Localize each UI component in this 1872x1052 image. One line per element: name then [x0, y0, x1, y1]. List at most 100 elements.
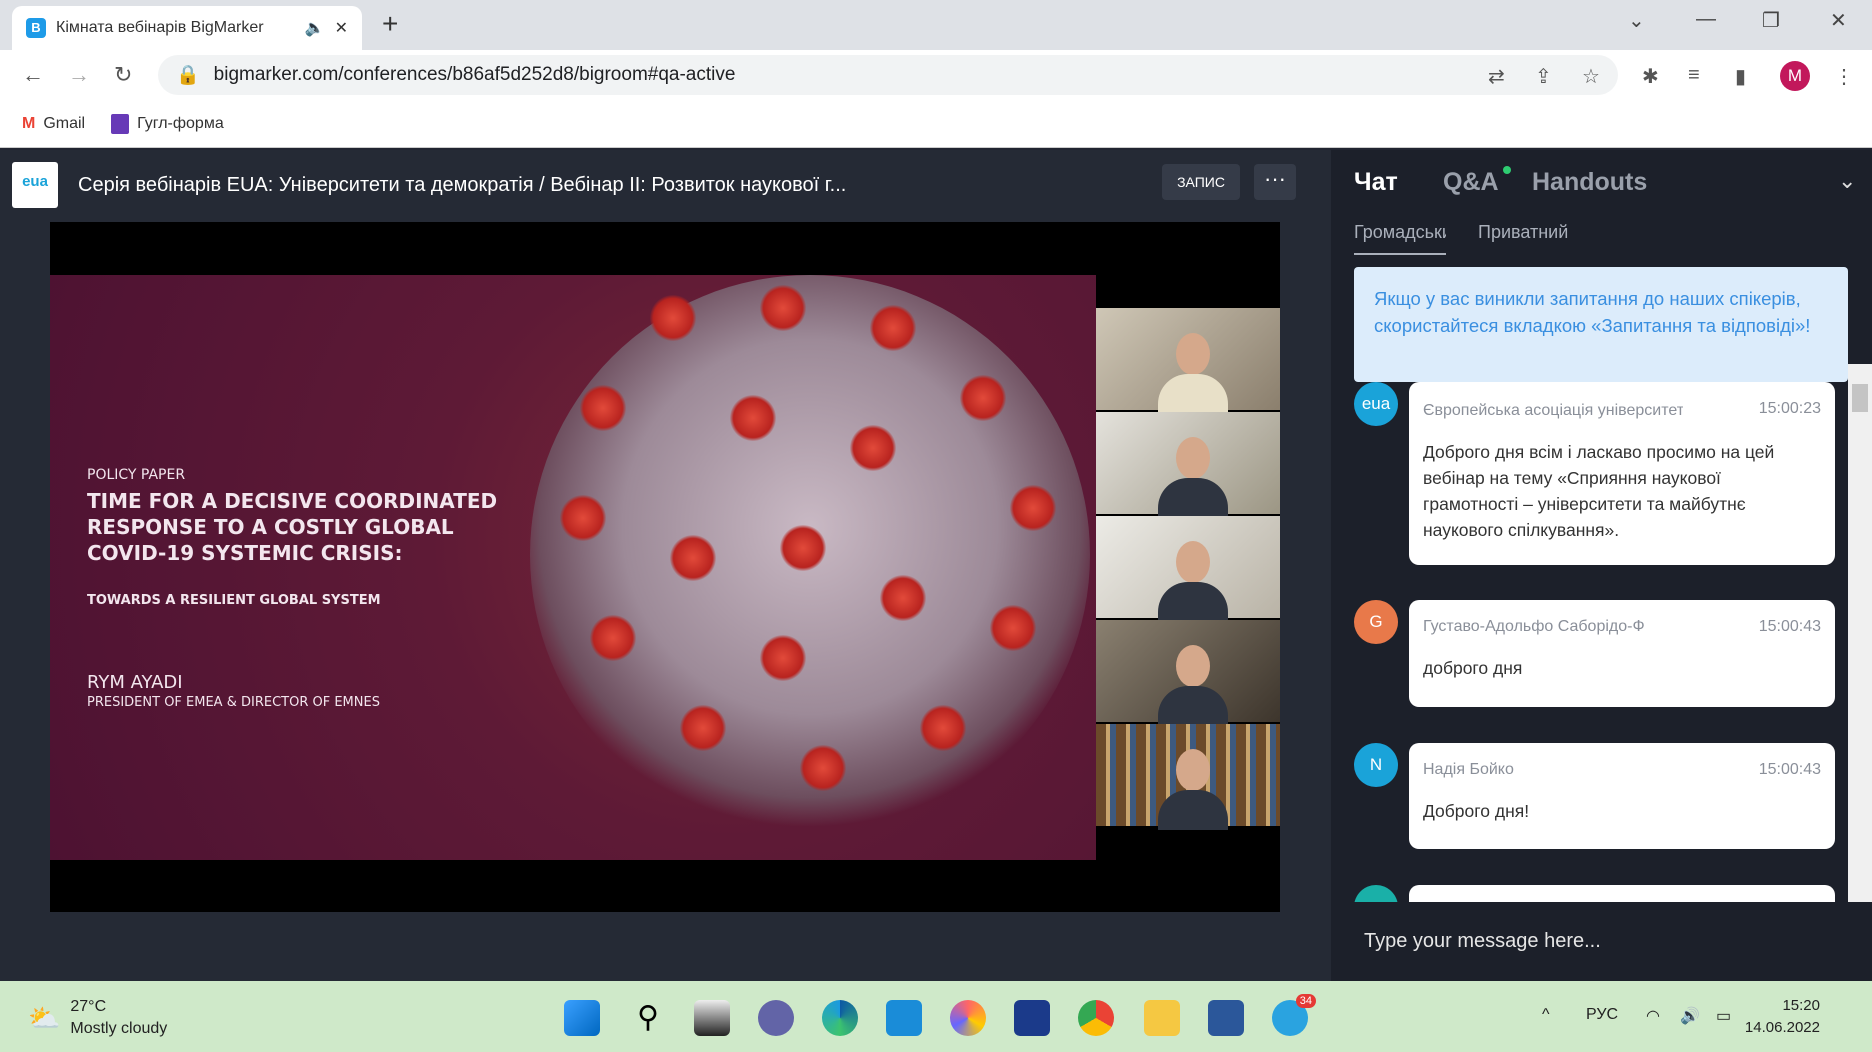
browser-tab[interactable]: B Кімната вебінарів BigMarker 🔈 ✕: [12, 6, 362, 50]
qa-notification-dot: [1503, 166, 1511, 174]
bookmarks-bar: M Gmail Гугл-форма: [0, 100, 1872, 148]
bookmark-label: Гугл-форма: [137, 114, 224, 132]
slide-title: TIME FOR A DECISIVE COORDINATED RESPONSE…: [87, 488, 497, 566]
participant-video[interactable]: [1096, 620, 1280, 726]
cloud-sun-icon: ⛅: [28, 1002, 61, 1033]
slide-title-line: TIME FOR A DECISIVE COORDINATED: [87, 489, 498, 513]
record-button[interactable]: ЗАПИС: [1162, 164, 1240, 200]
participant-videos: [1096, 308, 1280, 830]
participant-video[interactable]: [1096, 412, 1280, 518]
eua-logo: eua: [12, 162, 58, 208]
profile-avatar[interactable]: M: [1780, 61, 1810, 91]
message-text: Доброго дня всім і ласкаво просимо на це…: [1423, 442, 1775, 540]
search-icon[interactable]: ⚲: [630, 1000, 666, 1036]
gmail-icon: M: [22, 114, 36, 132]
bookmark-star-icon[interactable]: ☆: [1582, 64, 1600, 89]
battery-icon[interactable]: ▭: [1716, 1006, 1731, 1026]
weather-condition: Mostly cloudy: [70, 1020, 168, 1037]
mail-icon[interactable]: [886, 1000, 922, 1036]
restore-button[interactable]: ❐: [1762, 8, 1780, 33]
bookmark-google-form[interactable]: Гугл-форма: [111, 113, 224, 134]
extensions-icon[interactable]: ✱: [1642, 64, 1659, 89]
chrome-icon[interactable]: [1078, 1000, 1114, 1036]
chat-messages: eua Європейська асоціація університетів …: [1340, 382, 1848, 902]
message-text: Доброго дня!: [1423, 801, 1530, 821]
menu-icon[interactable]: ⋮: [1834, 64, 1854, 89]
sender-name: Густаво-Адольфо Саборідо-Ф: [1423, 618, 1645, 635]
lock-icon: 🔒: [176, 65, 200, 86]
share-icon[interactable]: ⇪: [1535, 64, 1552, 89]
date: 14.06.2022: [1744, 1019, 1820, 1036]
tab-qa[interactable]: Q&A: [1443, 168, 1499, 197]
tab-title: Кімната вебінарів BigMarker: [56, 19, 264, 36]
store-icon[interactable]: [1014, 1000, 1050, 1036]
wifi-icon[interactable]: ◠: [1646, 1006, 1660, 1026]
notification-badge: 34: [1295, 994, 1316, 1008]
chat-scrollbar[interactable]: [1848, 364, 1872, 902]
new-tab-button[interactable]: +: [382, 8, 398, 40]
telegram-icon[interactable]: 34: [1272, 994, 1316, 1036]
time: 15:20: [1782, 997, 1820, 1014]
side-panel-icon[interactable]: ▮: [1735, 64, 1746, 89]
tab-handouts[interactable]: Handouts: [1532, 168, 1647, 197]
webinar-title: Серія вебінарів EUA: Університети та дем…: [78, 174, 847, 196]
slide-author-role: PRESIDENT OF EMEA & DIRECTOR OF EMNES: [87, 695, 380, 710]
participant-video[interactable]: [1096, 516, 1280, 622]
url-text: bigmarker.com/conferences/b86af5d252d8/b…: [213, 64, 736, 85]
pinned-notice: Якщо у вас виникли запитання до наших сп…: [1354, 267, 1848, 382]
task-view-icon[interactable]: [694, 1000, 730, 1036]
avatar: eua: [1354, 382, 1398, 426]
bigmarker-favicon-icon: B: [26, 18, 46, 38]
subtab-private[interactable]: Приватний: [1478, 222, 1573, 243]
more-options-button[interactable]: ···: [1254, 164, 1296, 200]
speaker-icon[interactable]: 🔈: [305, 18, 325, 38]
chat-app-icon[interactable]: [758, 1000, 794, 1036]
edge-icon[interactable]: [822, 1000, 858, 1036]
address-bar[interactable]: 🔒 bigmarker.com/conferences/b86af5d252d8…: [158, 55, 1618, 95]
close-tab-icon[interactable]: ✕: [335, 18, 348, 38]
bookmark-label: Gmail: [43, 114, 86, 132]
scrollbar-thumb[interactable]: [1852, 384, 1868, 412]
tab-chat[interactable]: Чат: [1354, 168, 1398, 197]
file-explorer-icon[interactable]: [1144, 1000, 1180, 1036]
weather-widget[interactable]: ⛅ 27°C Mostly cloudy: [28, 996, 167, 1040]
presentation-slide: POLICY PAPER TIME FOR A DECISIVE COORDIN…: [50, 275, 1096, 860]
app-icon[interactable]: [950, 1000, 986, 1036]
subtab-public[interactable]: Громадський: [1354, 222, 1446, 255]
reload-icon[interactable]: ↻: [114, 62, 132, 88]
start-icon[interactable]: [564, 1000, 600, 1036]
coronavirus-image: [530, 275, 1090, 835]
collapse-chevron-icon[interactable]: ⌄: [1838, 168, 1856, 194]
minimize-button[interactable]: —: [1696, 8, 1716, 31]
slide-subtitle: TOWARDS A RESILIENT GLOBAL SYSTEM: [87, 593, 381, 608]
message-time: 15:00:43: [1758, 618, 1821, 635]
slide-kicker: POLICY PAPER: [87, 467, 186, 483]
show-hidden-icons[interactable]: ^: [1542, 1006, 1550, 1024]
message-text: доброго дня: [1423, 658, 1523, 678]
slide-title-line: RESPONSE TO A COSTLY GLOBAL: [87, 515, 454, 539]
slide-author: RYM AYADI: [87, 672, 183, 693]
back-icon[interactable]: ←: [22, 62, 44, 88]
message-time: 15:00:23: [1758, 400, 1821, 417]
sender-name: Надія Бойко: [1423, 761, 1514, 778]
translate-icon[interactable]: ⇄: [1488, 64, 1505, 89]
close-window-button[interactable]: ✕: [1830, 8, 1847, 33]
temperature: 27°C: [70, 998, 107, 1015]
media-icon[interactable]: ≡: [1688, 64, 1700, 87]
message-time: 15:00:43: [1758, 761, 1821, 778]
avatar: [1354, 885, 1398, 902]
participant-video[interactable]: [1096, 724, 1280, 830]
participant-video[interactable]: [1096, 308, 1280, 414]
slide-title-line: COVID-19 SYSTEMIC CRISIS:: [87, 541, 403, 565]
volume-icon[interactable]: 🔊: [1680, 1006, 1700, 1026]
language-indicator[interactable]: РУС: [1586, 1006, 1618, 1024]
bookmark-gmail[interactable]: M Gmail: [22, 115, 85, 133]
clock[interactable]: 15:20 14.06.2022: [1745, 995, 1820, 1039]
chat-message-input[interactable]: Type your message here...: [1364, 930, 1601, 953]
forms-icon: [111, 113, 130, 134]
tab-search-icon[interactable]: ⌄: [1628, 8, 1645, 33]
forward-icon[interactable]: →: [68, 62, 90, 88]
word-icon[interactable]: [1208, 1000, 1244, 1036]
avatar: G: [1354, 600, 1398, 644]
sender-name: Європейська асоціація університетів ★: [1423, 402, 1683, 419]
